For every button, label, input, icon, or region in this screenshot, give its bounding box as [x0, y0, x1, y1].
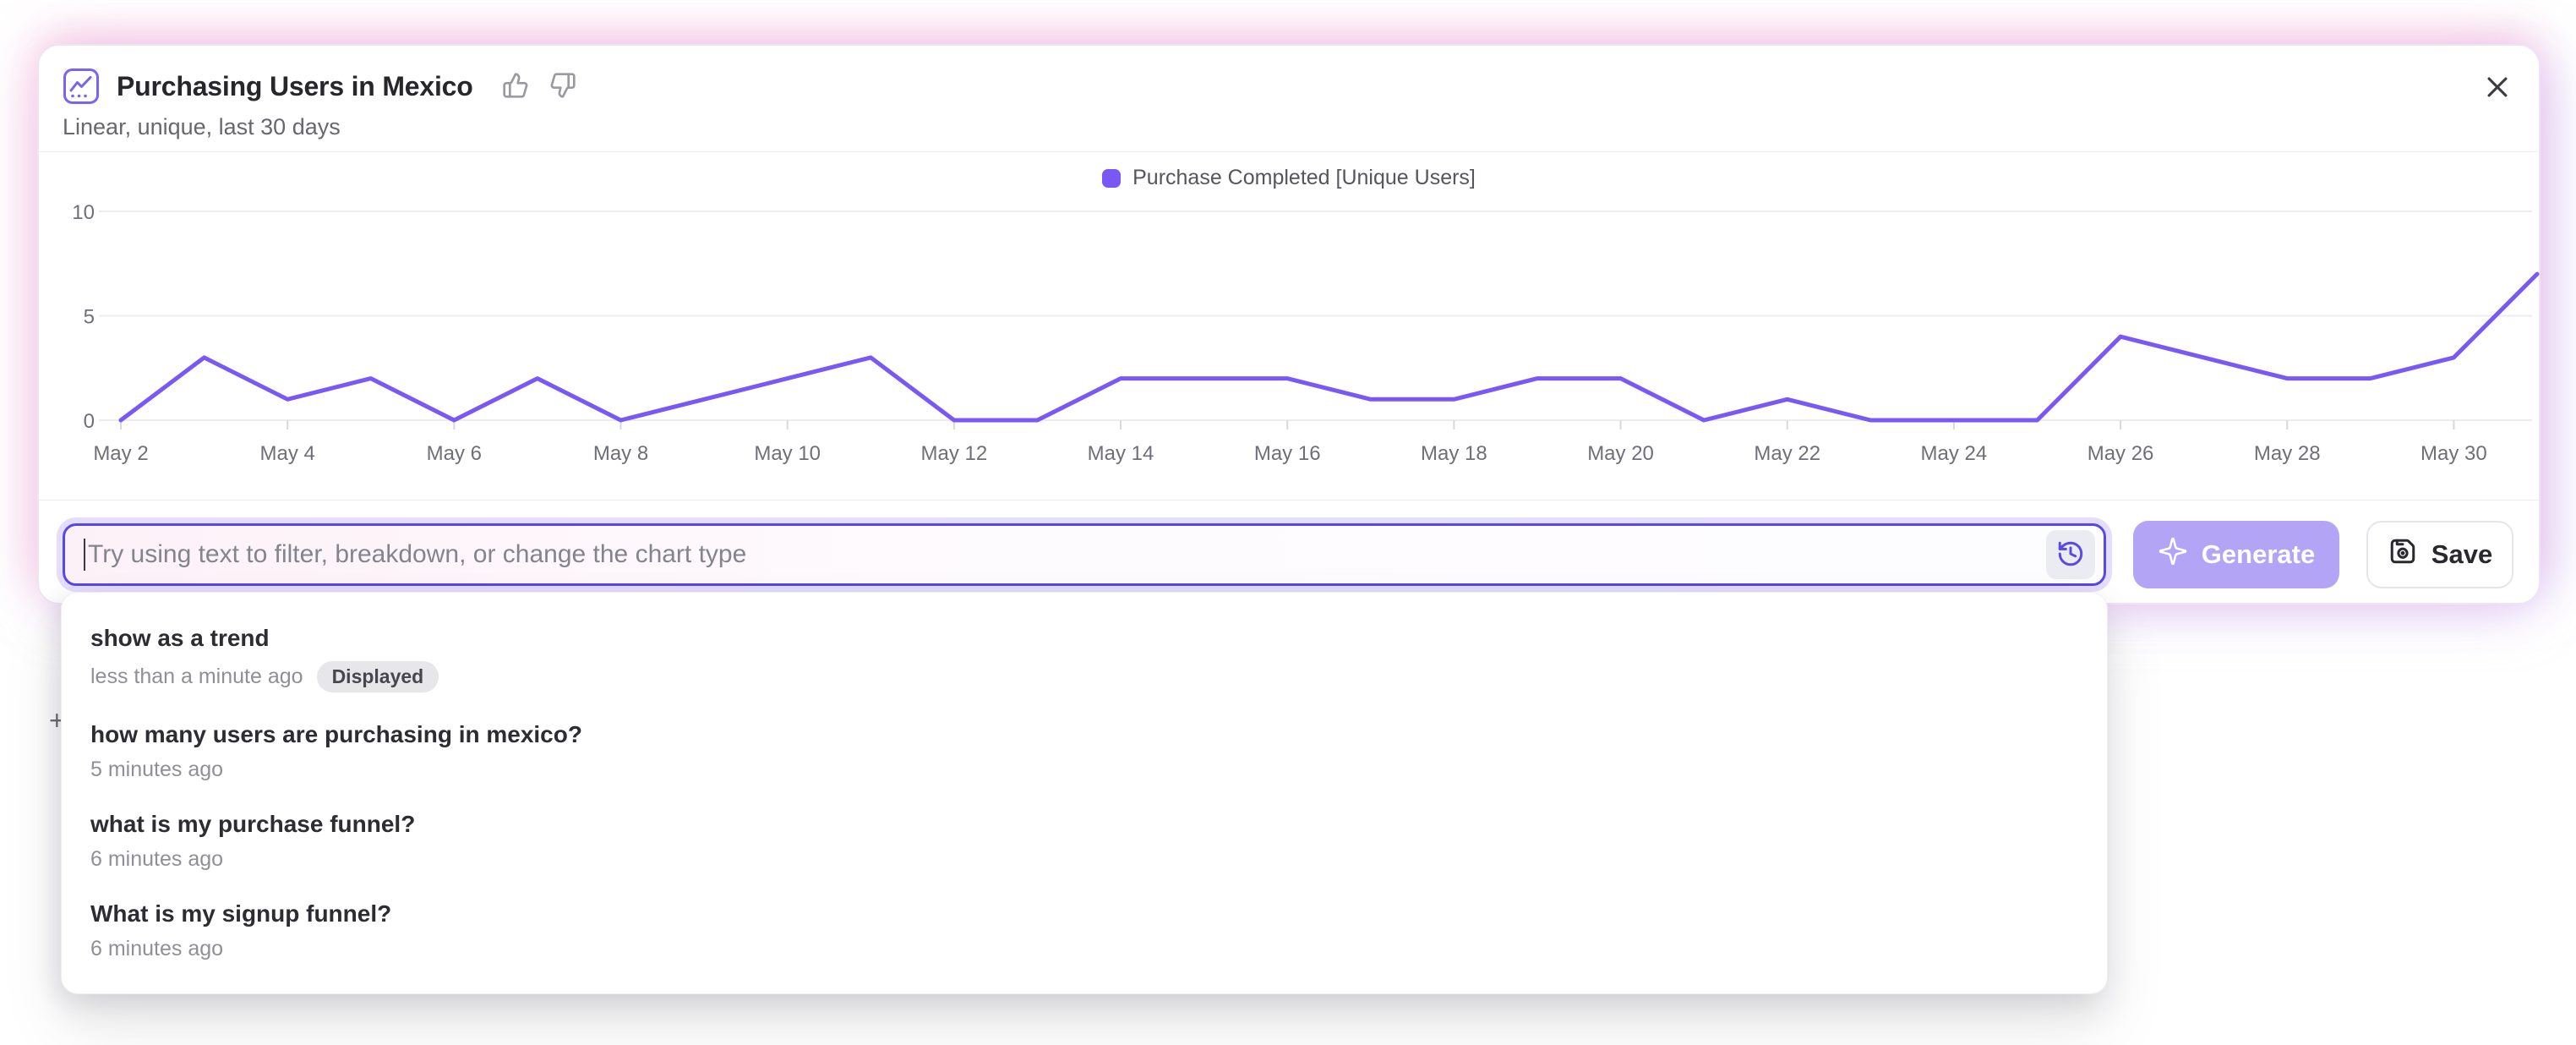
legend-label: Purchase Completed [Unique Users]	[1132, 166, 1476, 190]
prompt-placeholder: Try using text to filter, breakdown, or …	[88, 540, 2046, 569]
svg-text:May 10: May 10	[754, 442, 821, 465]
svg-text:May 6: May 6	[427, 442, 482, 465]
svg-text:5: 5	[84, 306, 95, 329]
chart-title: Purchasing Users in Mexico	[117, 71, 473, 102]
svg-text:May 20: May 20	[1587, 442, 1654, 465]
svg-text:May 26: May 26	[2088, 442, 2154, 465]
svg-text:May 30: May 30	[2420, 442, 2487, 465]
history-time: less than a minute ago	[90, 665, 303, 689]
svg-text:May 8: May 8	[593, 442, 648, 465]
card-header: Purchasing Users in Mexico	[63, 68, 2513, 105]
ai-chart-card: Purchasing Users in Mexico	[37, 44, 2541, 605]
history-button[interactable]	[2046, 530, 2095, 579]
svg-text:May 24: May 24	[1921, 442, 1988, 465]
history-query: what is my purchase funnel?	[90, 809, 2078, 839]
svg-text:May 14: May 14	[1088, 442, 1154, 465]
history-meta: 5 minutes ago	[90, 758, 2078, 782]
generate-button[interactable]: Generate	[2133, 521, 2339, 588]
history-dropdown: show as a trend less than a minute ago D…	[61, 592, 2108, 994]
ai-prompt-input[interactable]: Try using text to filter, breakdown, or …	[63, 523, 2106, 586]
history-item[interactable]: what is my purchase funnel? 6 minutes ag…	[62, 796, 2107, 885]
history-query: how many users are purchasing in mexico?	[90, 719, 2078, 749]
chart-divider	[39, 500, 2539, 501]
feedback-buttons	[502, 72, 576, 101]
chart-legend: Purchase Completed [Unique Users]	[39, 166, 2539, 190]
svg-text:May 18: May 18	[1421, 442, 1487, 465]
history-item[interactable]: What is my signup funnel? 6 minutes ago	[62, 885, 2107, 975]
thumbs-up-button[interactable]	[502, 72, 529, 101]
svg-text:May 12: May 12	[921, 442, 988, 465]
save-button[interactable]: Save	[2366, 521, 2513, 588]
history-meta: less than a minute ago Displayed	[90, 661, 2078, 692]
trend-chart-icon	[63, 68, 100, 105]
thumbs-down-icon	[549, 72, 576, 101]
prompt-bar: Try using text to filter, breakdown, or …	[63, 521, 2513, 588]
history-meta: 6 minutes ago	[90, 847, 2078, 872]
svg-text:10: 10	[72, 201, 95, 224]
thumbs-up-icon	[502, 72, 529, 101]
app-background: Purchasing Users in Mexico	[0, 0, 2576, 1045]
svg-text:May 16: May 16	[1254, 442, 1321, 465]
svg-text:May 2: May 2	[93, 442, 148, 465]
chart-subtitle: Linear, unique, last 30 days	[63, 113, 2515, 140]
history-query: What is my signup funnel?	[90, 899, 2078, 928]
history-meta: 6 minutes ago	[90, 937, 2078, 961]
history-time: 6 minutes ago	[90, 847, 223, 872]
chart-area: Purchase Completed [Unique Users] 0 5 10 Ma…	[39, 152, 2539, 489]
history-clock-icon	[2056, 539, 2085, 571]
svg-text:May 28: May 28	[2254, 442, 2321, 465]
save-disk-icon	[2388, 536, 2418, 573]
save-button-label: Save	[2431, 539, 2492, 570]
trend-line-chart: 0 5 10 May 2 May 4 May 6 May 8 May 10 May 12 May …	[39, 152, 2542, 489]
displayed-badge: Displayed	[317, 661, 439, 692]
generate-button-label: Generate	[2202, 539, 2315, 570]
close-icon	[2483, 73, 2512, 104]
history-item[interactable]: show as a trend less than a minute ago D…	[62, 610, 2107, 706]
close-button[interactable]	[2483, 73, 2512, 104]
history-time: 5 minutes ago	[90, 758, 223, 782]
sparkle-icon	[2158, 536, 2188, 573]
history-time: 6 minutes ago	[90, 937, 223, 961]
text-caret	[84, 539, 85, 571]
svg-text:May 4: May 4	[259, 442, 314, 465]
legend-swatch	[1102, 169, 1121, 188]
history-query: show as a trend	[90, 623, 2078, 653]
thumbs-down-button[interactable]	[549, 72, 576, 101]
svg-text:May 22: May 22	[1754, 442, 1820, 465]
svg-text:0: 0	[84, 410, 95, 433]
history-item[interactable]: how many users are purchasing in mexico?…	[62, 706, 2107, 796]
